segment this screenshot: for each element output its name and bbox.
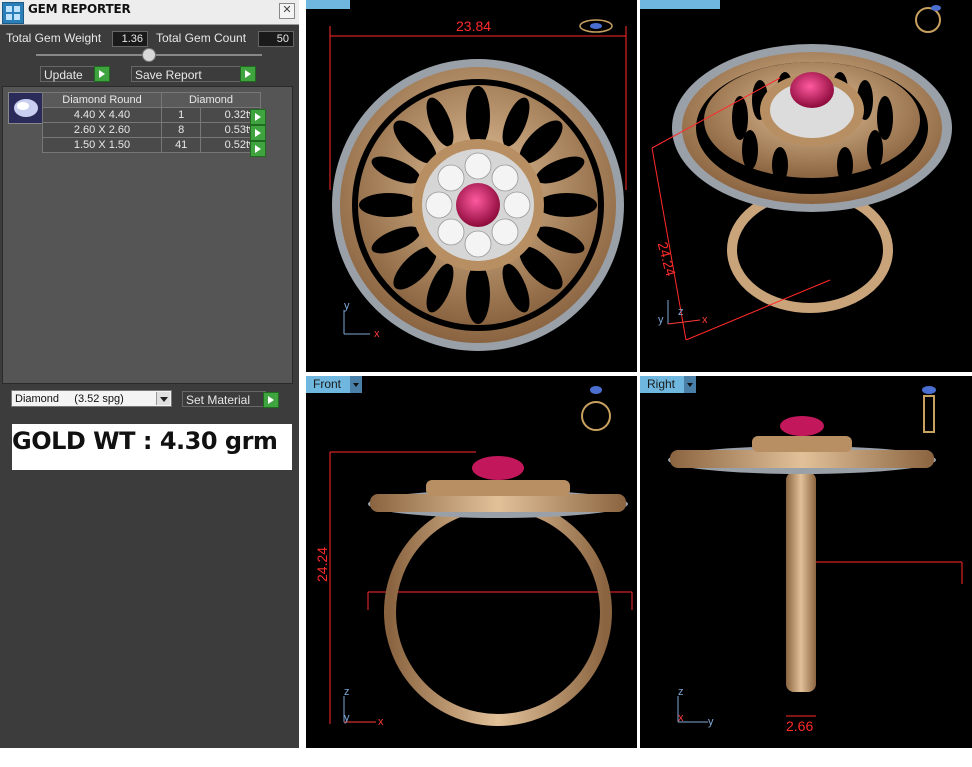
total-gem-weight-value: 1.36 — [112, 31, 148, 47]
app-icon — [2, 2, 24, 24]
axis-y-label: y — [708, 716, 714, 728]
dimension-height: 24.24 — [314, 546, 330, 582]
material-select[interactable]: Diamond (3.52 spg) — [11, 390, 172, 407]
gold-weight-box: GOLD WT : 4.30 grm — [12, 424, 292, 470]
gem-count-cell: 41 — [160, 137, 202, 153]
row-go-icon[interactable] — [250, 125, 266, 141]
save-report-button[interactable]: Save Report — [131, 66, 241, 82]
update-go-icon[interactable] — [94, 66, 110, 82]
axis-y-label: y — [344, 300, 350, 312]
viewport-right[interactable]: Right 2.66 z x y — [640, 376, 972, 748]
total-gem-weight-label: Total Gem Weight — [6, 31, 102, 45]
material-select-value: Diamond (3.52 spg) — [15, 393, 124, 405]
gem-size-cell: 4.40 X 4.40 — [42, 107, 162, 123]
axis-y-label: y — [344, 712, 350, 724]
gem-count-cell: 1 — [160, 107, 202, 123]
gem-count-cell: 8 — [160, 122, 202, 138]
viewport-perspective[interactable]: 24.24 y z x — [640, 0, 972, 372]
total-gem-count-label: Total Gem Count — [156, 31, 247, 45]
diamond-thumbnail-icon[interactable] — [8, 92, 44, 124]
ring-top-view — [329, 19, 627, 351]
axis-x-label: x — [702, 314, 708, 326]
axis-z-label: z — [344, 686, 350, 698]
table-row: 2.60 X 2.60 8 0.53tw — [42, 122, 261, 138]
window-title: GEM REPORTER — [28, 2, 131, 16]
gem-size-cell: 1.50 X 1.50 — [42, 137, 162, 153]
dimension-shank-width: 2.66 — [786, 718, 814, 734]
axis-x-label: x — [374, 328, 380, 340]
axis-y-label: y — [658, 314, 664, 326]
table-row: 4.40 X 4.40 1 0.32tw — [42, 107, 261, 123]
table-row: 1.50 X 1.50 41 0.52tw — [42, 137, 261, 153]
title-bar: GEM REPORTER ✕ — [0, 0, 299, 25]
gem-size-cell: 2.60 X 2.60 — [42, 122, 162, 138]
gem-table: Diamond Round Diamond 4.40 X 4.40 1 0.32… — [42, 92, 261, 153]
splitter-handle[interactable] — [142, 48, 156, 62]
set-material-go-icon[interactable] — [263, 392, 279, 408]
total-gem-count-value: 50 — [258, 31, 294, 47]
dimension-width: 23.84 — [456, 18, 492, 34]
chevron-down-icon[interactable] — [156, 392, 170, 405]
ring-right-view — [668, 386, 963, 723]
viewport-front[interactable]: Front 24.24 z y x — [306, 376, 637, 748]
set-material-button[interactable]: Set Material — [182, 391, 266, 407]
axis-x-label: x — [378, 716, 384, 728]
row-go-icon[interactable] — [250, 141, 266, 157]
ring-perspective-view — [651, 5, 952, 341]
gem-reporter-panel: GEM REPORTER ✕ Total Gem Weight 1.36 Tot… — [0, 0, 299, 748]
gold-weight-text: GOLD WT : 4.30 grm — [12, 427, 278, 455]
axis-x-label: x — [678, 712, 684, 724]
save-report-go-icon[interactable] — [240, 66, 256, 82]
row-go-icon[interactable] — [250, 109, 266, 125]
viewport-top[interactable]: 23.84 y x — [306, 0, 637, 372]
axis-z-label: z — [678, 686, 684, 698]
ring-front-view — [329, 386, 633, 726]
axis-z-label: z — [678, 306, 684, 318]
column-header-type: Diamond — [161, 92, 261, 108]
column-header-shape: Diamond Round — [42, 92, 162, 108]
update-button[interactable]: Update — [40, 66, 96, 82]
close-button[interactable]: ✕ — [279, 3, 295, 19]
